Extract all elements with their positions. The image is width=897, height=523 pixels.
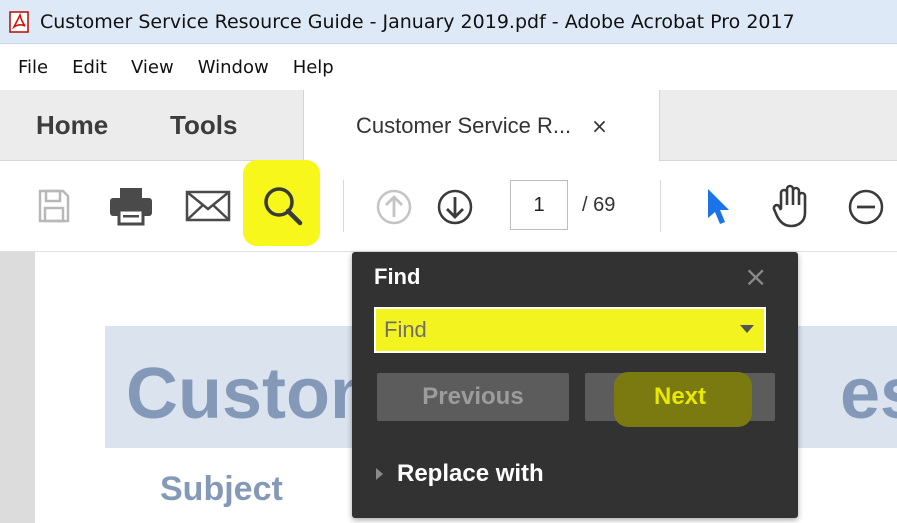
find-field[interactable]	[374, 307, 766, 353]
print-icon[interactable]	[107, 186, 155, 226]
page-number-input[interactable]: 1	[510, 180, 568, 230]
find-input[interactable]	[384, 315, 724, 345]
zoom-out-icon[interactable]	[846, 187, 886, 227]
replace-with-label: Replace with	[397, 460, 544, 487]
next-button-label-layer[interactable]: Next	[585, 373, 775, 421]
tab-document[interactable]: Customer Service R... ×	[303, 90, 660, 161]
find-heading: Find	[374, 264, 421, 289]
document-title-right: eso	[840, 354, 897, 434]
select-pointer-icon[interactable]	[702, 184, 734, 228]
menu-view[interactable]: View	[119, 57, 186, 78]
chevron-right-icon	[376, 468, 383, 480]
previous-button[interactable]: Previous	[377, 373, 569, 421]
save-icon[interactable]	[34, 186, 74, 226]
tab-tools[interactable]: Tools	[170, 90, 237, 160]
tab-close-icon[interactable]: ×	[591, 114, 608, 138]
next-button-label: Next	[653, 383, 707, 410]
menu-bar: File Edit View Window Help	[0, 44, 897, 90]
toolbar-separator	[660, 180, 661, 232]
find-panel: Find × Previous Next Replace with	[352, 252, 798, 518]
tab-bar: Home Tools Customer Service R... ×	[0, 90, 897, 161]
page-down-icon[interactable]	[435, 187, 475, 227]
menu-help[interactable]: Help	[281, 57, 346, 78]
hand-tool-icon[interactable]	[770, 182, 814, 230]
menu-file[interactable]: File	[0, 57, 60, 78]
title-bar: Customer Service Resource Guide - Januar…	[0, 0, 897, 44]
email-icon[interactable]	[185, 188, 231, 224]
tab-document-title: Customer Service R...	[356, 112, 572, 138]
document-subject-heading: Subject	[160, 470, 283, 508]
toolbar-separator	[343, 180, 344, 232]
tab-home[interactable]: Home	[36, 90, 108, 160]
menu-window[interactable]: Window	[186, 57, 281, 78]
search-icon[interactable]	[261, 184, 305, 228]
menu-edit[interactable]: Edit	[60, 57, 119, 78]
window-title: Customer Service Resource Guide - Januar…	[40, 10, 795, 33]
replace-with-toggle[interactable]: Replace with	[376, 460, 544, 488]
close-icon[interactable]: ×	[744, 262, 767, 292]
page-up-icon[interactable]	[374, 187, 414, 227]
acrobat-pdf-icon	[8, 10, 30, 34]
chevron-down-icon[interactable]	[740, 325, 754, 333]
page-total: / 69	[582, 193, 616, 216]
